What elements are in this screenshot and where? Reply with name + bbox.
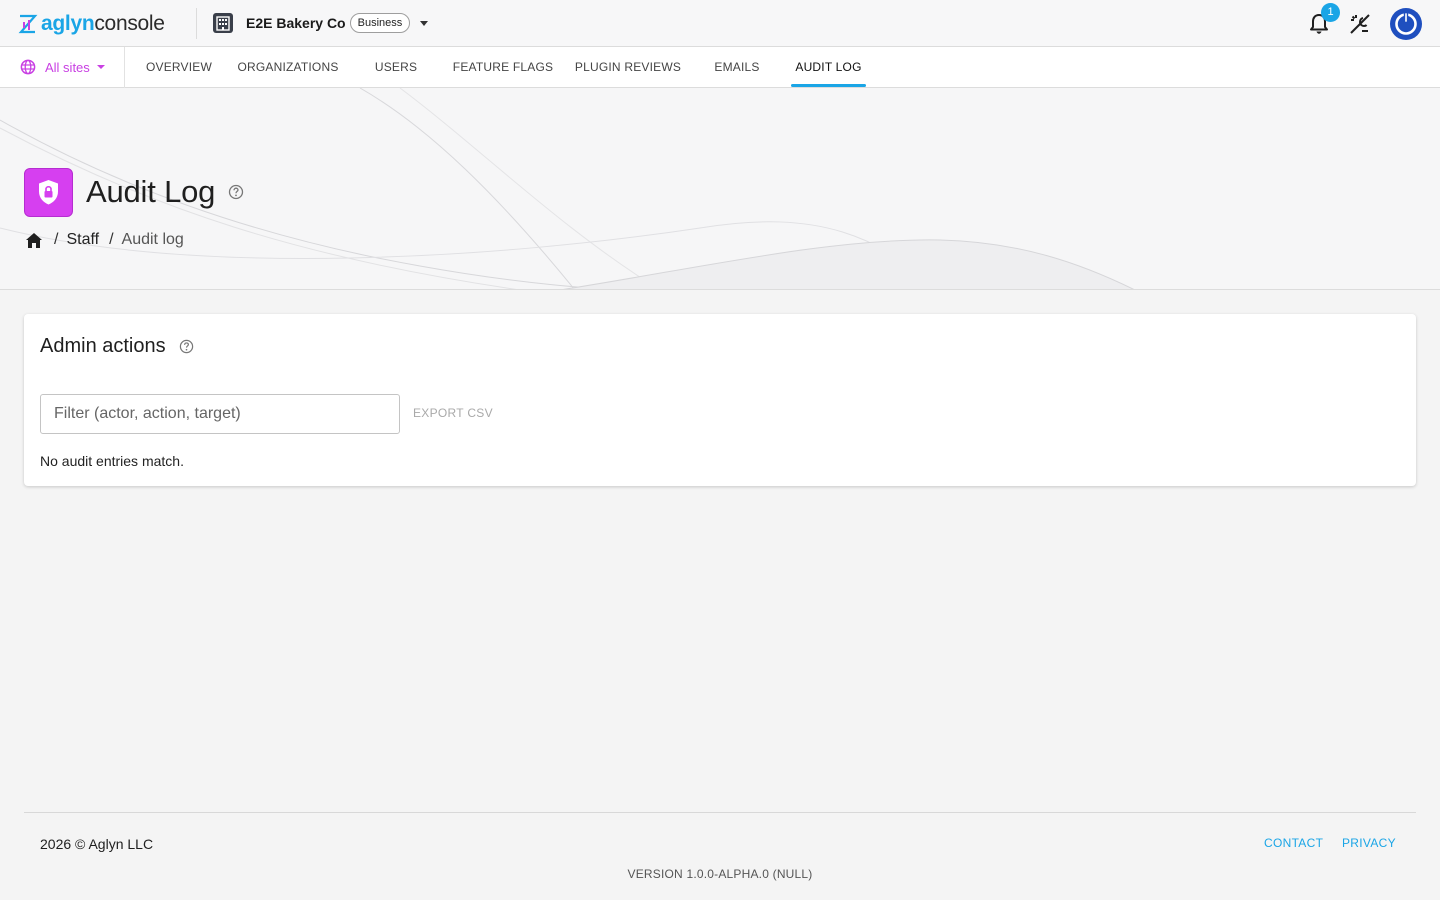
notification-count-badge: 1	[1321, 3, 1340, 22]
contact-link[interactable]: CONTACT	[1264, 836, 1323, 850]
empty-state-message: No audit entries match.	[40, 453, 184, 469]
help-icon[interactable]	[179, 339, 194, 354]
filter-input[interactable]	[40, 394, 400, 434]
divider	[196, 8, 197, 39]
account-button[interactable]	[1390, 8, 1422, 40]
privacy-link[interactable]: PRIVACY	[1342, 836, 1396, 850]
page-header: Audit Log / Staff / Audit log	[0, 88, 1440, 290]
tab-feature-flags[interactable]: FEATURE FLAGS	[449, 47, 557, 88]
breadcrumb-separator: /	[54, 231, 59, 248]
aglyn-logo-icon	[18, 14, 38, 34]
organization-switcher[interactable]: E2E Bakery Co Business	[212, 10, 429, 36]
tab-organizations[interactable]: ORGANIZATIONS	[233, 47, 343, 88]
help-icon[interactable]	[228, 184, 244, 200]
shield-lock-icon	[24, 168, 73, 217]
power-icon	[1395, 11, 1417, 35]
brand-name-secondary: console	[94, 12, 165, 35]
tab-users[interactable]: USERS	[367, 47, 425, 88]
home-icon[interactable]	[24, 231, 44, 249]
top-bar: aglynconsole E2E Bakery Co Business 1	[0, 0, 1440, 47]
export-csv-button[interactable]: EXPORT CSV	[413, 406, 493, 420]
tab-emails[interactable]: EMAILS	[708, 47, 766, 88]
tab-audit-log[interactable]: AUDIT LOG	[791, 47, 866, 88]
tab-plugin-reviews[interactable]: PLUGIN REVIEWS	[572, 47, 684, 88]
breadcrumb: / Staff / Audit log	[24, 231, 184, 249]
decorative-waves	[0, 88, 1135, 289]
breadcrumb-separator: /	[109, 231, 114, 248]
chevron-down-icon	[96, 65, 105, 69]
breadcrumb-current: Audit log	[121, 231, 184, 248]
active-tab-indicator	[791, 84, 866, 87]
version-text: VERSION 1.0.0-ALPHA.0 (NULL)	[627, 867, 813, 881]
brand-name-primary: aglyn	[41, 12, 95, 35]
card-title: Admin actions	[40, 335, 166, 357]
page-title: Audit Log	[86, 174, 216, 209]
building-icon	[213, 13, 233, 33]
main-nav: All sites OVERVIEW ORGANIZATIONS USERS F…	[0, 47, 1440, 88]
site-selector-label: All sites	[45, 59, 90, 75]
divider	[124, 47, 125, 88]
tab-overview[interactable]: OVERVIEW	[141, 47, 217, 88]
admin-actions-card: Admin actions EXPORT CSV No audit entrie…	[24, 314, 1416, 486]
chevron-down-icon	[420, 20, 429, 26]
plan-badge: Business	[349, 13, 411, 33]
app-logo[interactable]: aglynconsole	[18, 12, 165, 36]
globe-icon	[20, 59, 36, 75]
organization-name: E2E Bakery Co	[246, 15, 346, 31]
copyright-text: 2026 © Aglyn LLC	[40, 836, 154, 852]
site-selector[interactable]: All sites	[20, 59, 105, 75]
footer-divider	[24, 812, 1416, 813]
breadcrumb-staff[interactable]: Staff	[66, 231, 99, 249]
theme-toggle-icon[interactable]	[1348, 12, 1372, 36]
